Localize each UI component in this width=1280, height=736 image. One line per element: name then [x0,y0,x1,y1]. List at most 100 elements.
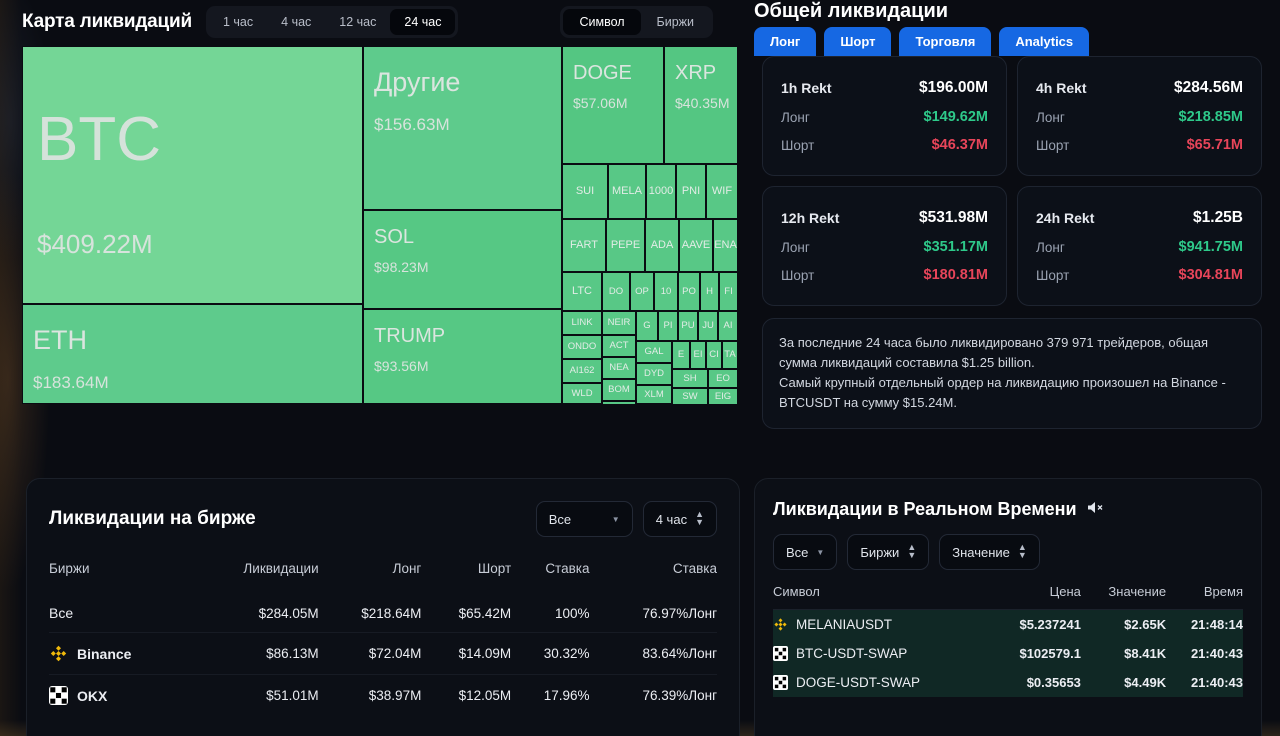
liquidation-treemap[interactable]: BTC $409.22M ETH $183.64M Другие $156.63… [22,46,738,404]
treemap-tile-wif[interactable]: WIF [706,164,738,219]
table-row[interactable]: Все $284.05M $218.64M $65.42M 100% 76.97… [49,594,717,633]
realtime-filter-exchanges[interactable]: Биржи ▲ ▼ [847,534,930,570]
col-liquidations[interactable]: Ликвидации [190,555,318,594]
treemap-tile-dyd[interactable]: DYD [636,363,672,385]
app-root: Карта ликвидаций 1 час 4 час 12 час 24 ч… [0,0,1280,736]
exchange-card-controls: Все ▼ 4 час ▲ ▼ [535,501,717,537]
col-long[interactable]: Лонг [319,555,422,594]
treemap-tile-ei[interactable]: EI [690,341,706,369]
col-price[interactable]: Цена [990,584,1081,610]
exchange-filter-dropdown[interactable]: Все ▼ [535,501,633,537]
treemap-tile-1000[interactable]: 1000 [646,164,676,219]
cell-ratio: 76.97%Лонг [642,605,717,621]
table-row[interactable]: OKX $51.01M $38.97M $12.05M 17.96% 76.39… [49,674,717,716]
treemap-tile-xlm[interactable]: XLM [636,385,672,404]
treemap-tile-link[interactable]: LINK [562,311,602,335]
col-ratio[interactable]: Ставка [589,555,717,594]
treemap-tile-ada[interactable]: ADA [645,219,679,272]
treemap-tile-others[interactable]: Другие $156.63M [363,46,562,210]
tab-analytics[interactable]: Analytics [999,27,1090,56]
tile-label: E [677,349,685,361]
treemap-tile-avax[interactable]: AVAX [602,401,636,404]
treemap-tile-ena[interactable]: ENA [713,219,738,272]
treemap-tile-g[interactable]: G [636,311,658,341]
realtime-filter-value-label: Значение [952,544,1010,560]
treemap-tile-pepe[interactable]: PEPE [606,219,645,272]
treemap-tile-act[interactable]: ACT [602,335,636,357]
treemap-tile-do[interactable]: DO [602,272,630,311]
treemap-tile-pni[interactable]: PNI [676,164,706,219]
timeframe-4h[interactable]: 4 час [267,9,325,35]
col-symbol[interactable]: Символ [773,584,991,610]
tile-label: XRP [675,62,717,84]
treemap-tile-nea[interactable]: NEA [602,357,636,379]
treemap-tile-ta[interactable]: TA [722,341,738,369]
treemap-tile-aave[interactable]: AAVE [679,219,713,272]
treemap-tile-e[interactable]: E [672,341,690,369]
timeframe-segmented-control[interactable]: 1 час 4 час 12 час 24 час [206,6,459,38]
table-row[interactable]: BTC-USDT-SWAP $102579.1 $8.41K 21:40:43 [773,639,1243,668]
timeframe-24h[interactable]: 24 час [390,9,456,35]
mute-icon[interactable] [1087,500,1104,519]
col-time[interactable]: Время [1166,584,1243,610]
treemap-tile-fi[interactable]: FI [719,272,738,311]
tile-label: AI [723,320,733,332]
treemap-tile-sol[interactable]: SOL $98.23M [363,210,562,309]
treemap-tile-pi[interactable]: PI [658,311,678,341]
col-value[interactable]: Значение [1080,584,1167,610]
tab-short[interactable]: Шорт [824,27,892,56]
cell-price: $102579.1 [990,639,1081,668]
treemap-tile-ltc[interactable]: LTC [562,272,602,311]
col-short[interactable]: Шорт [421,555,511,594]
treemap-tile-mela[interactable]: MELA [608,164,646,219]
mode-exchanges[interactable]: Биржи [641,9,710,35]
treemap-tile-10[interactable]: 10 [654,272,678,311]
map-mode-segmented-control[interactable]: Символ Биржи [560,6,714,38]
treemap-tile-sh[interactable]: SH [672,369,708,388]
tile-label: G [643,320,651,332]
treemap-tile-wld[interactable]: WLD [562,383,602,404]
treemap-tile-pu[interactable]: PU [678,311,698,341]
table-row[interactable]: MELANIAUSDT $5.237241 $2.65K 21:48:14 [773,609,1243,639]
realtime-filter-value[interactable]: Значение ▲ ▼ [939,534,1040,570]
table-row[interactable]: DOGE-USDT-SWAP $0.35653 $4.49K 21:40:43 [773,668,1243,697]
treemap-tile-po[interactable]: PO [678,272,700,311]
tab-long[interactable]: Лонг [754,27,817,56]
right-column: Общей ликвидации Лонг Шорт Торговля Anal… [752,0,1280,736]
treemap-tile-bom[interactable]: BOM [602,379,636,401]
realtime-card-header: Ликвидации в Реальном Времени [773,499,1243,520]
stat-total-value: $531.98M [919,209,988,226]
tile-label: Другие [374,67,461,97]
tab-trading[interactable]: Торговля [899,27,992,56]
realtime-filter-all[interactable]: Все ▼ [773,534,838,570]
treemap-tile-fart[interactable]: FART [562,219,606,272]
treemap-tile-neir[interactable]: NEIR [602,311,636,335]
treemap-tile-btc[interactable]: BTC $409.22M [22,46,363,304]
timeframe-1h[interactable]: 1 час [209,9,267,35]
treemap-tile-trump[interactable]: TRUMP $93.56M [363,309,562,404]
stat-short-label: Шорт [1036,137,1070,153]
treemap-tile-ai162[interactable]: AI162 [562,359,602,383]
treemap-tile-eo[interactable]: EO [708,369,738,388]
col-exchange[interactable]: Биржи [49,555,190,594]
treemap-tile-doge[interactable]: DOGE $57.06M [562,46,664,164]
treemap-tile-ju[interactable]: JU [698,311,718,341]
treemap-tile-xrp[interactable]: XRP $40.35M [664,46,738,164]
treemap-tile-sui[interactable]: SUI [562,164,608,219]
treemap-tile-sw[interactable]: SW [672,388,708,404]
treemap-tile-ci[interactable]: CI [706,341,722,369]
col-share[interactable]: Ставка [511,555,589,594]
treemap-tile-gal[interactable]: GAL [636,341,672,363]
exchange-timeframe-stepper[interactable]: 4 час ▲ ▼ [642,501,717,537]
table-row[interactable]: Binance $86.13M $72.04M $14.09M 30.32% 8… [49,632,717,675]
treemap-tile-ondo[interactable]: ONDO [562,335,602,359]
treemap-tile-eig[interactable]: EIG [708,388,738,404]
tile-label: TRUMP [374,325,446,347]
liquidation-summary-box: За последние 24 часа было ликвидировано … [762,318,1262,429]
treemap-tile-op[interactable]: OP [630,272,654,311]
mode-symbol[interactable]: Символ [563,9,641,35]
treemap-tile-eth[interactable]: ETH $183.64M [22,304,363,404]
treemap-tile-ai[interactable]: AI [718,311,738,341]
treemap-tile-h[interactable]: H [700,272,719,311]
timeframe-12h[interactable]: 12 час [325,9,390,35]
